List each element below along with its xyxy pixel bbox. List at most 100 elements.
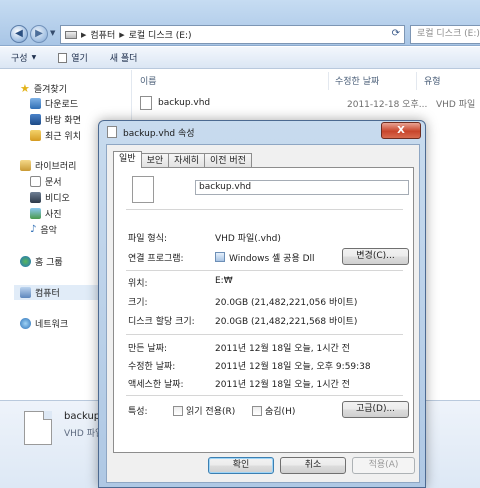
column-header-type[interactable]: 유형 [424,74,441,87]
close-button[interactable]: X [381,122,421,139]
sidebar-item-desktop[interactable]: 바탕 화면 [30,113,81,126]
advanced-button[interactable]: 고급(D)... [342,401,409,418]
ok-button[interactable]: 확인 [208,457,274,474]
column-header-name[interactable]: 이름 [140,74,157,87]
size-label: 크기: [128,298,148,308]
tab-details[interactable]: 자세히 [168,153,205,168]
list-item[interactable]: backup.vhd 2011-12-18 오후... VHD 파일 [140,94,480,112]
command-bar: 구성 ▼ 열기 새 폴더 [0,47,480,69]
address-bar[interactable]: ▶ 컴퓨터 ▶ 로컬 디스크 (E:) ⟳ [60,25,405,44]
homegroup-icon [20,256,31,267]
divider [126,209,403,210]
general-tab-panel: backup.vhd 파일 형식: VHD 파일(.vhd) 연결 프로그램: … [113,167,414,453]
opens-with-value: Windows 셸 공용 Dll [215,251,315,264]
readonly-label: 읽기 전용(R) [186,407,236,417]
network-icon [20,318,31,329]
file-name: backup.vhd [158,98,211,108]
sidebar-item-favorites[interactable]: ★ 즐겨찾기 [20,82,67,95]
opens-with-label: 연결 프로그램: [128,254,184,264]
accessed-label: 액세스한 날짜: [128,380,184,390]
column-divider[interactable] [328,72,329,90]
breadcrumb-separator-icon[interactable]: ▶ [81,31,86,39]
sidebar-label: 음악 [40,226,57,236]
sidebar-label: 사진 [45,210,62,220]
sidebar-item-videos[interactable]: 비디오 [30,191,70,204]
file-icon [24,411,52,445]
forward-button[interactable]: ▶ [30,25,48,43]
divider [126,270,403,271]
library-icon [20,160,31,171]
sidebar-label: 다운로드 [45,100,79,110]
sidebar-label: 문서 [45,178,62,188]
videos-icon [30,192,41,203]
readonly-checkbox[interactable]: 읽기 전용(R) [173,404,235,417]
sidebar-label: 즐겨찾기 [33,85,67,95]
opens-with-text: Windows 셸 공용 Dll [229,254,315,264]
close-icon: X [397,125,405,136]
forward-arrow-icon: ▶ [35,28,43,39]
address-bar-area: ◀ ▶ ▼ ▶ 컴퓨터 ▶ 로컬 디스크 (E:) ⟳ 로컬 디스크 (E:) … [0,0,480,46]
pictures-icon [30,208,41,219]
sidebar-item-homegroup[interactable]: 홈 그룹 [20,255,63,268]
open-button[interactable]: 열기 [47,51,99,64]
new-folder-button[interactable]: 새 폴더 [99,51,149,64]
sidebar-label: 라이브러리 [35,162,77,172]
checkbox-box [252,405,262,416]
sidebar-item-downloads[interactable]: 다운로드 [30,97,78,110]
breadcrumb-separator-icon[interactable]: ▶ [119,31,124,39]
desktop-icon [30,114,41,125]
refresh-icon[interactable]: ⟳ [392,28,400,39]
column-divider[interactable] [416,72,417,90]
modified-value: 2011년 12월 18일 오늘, 오후 9:59:38 [215,362,371,372]
back-button[interactable]: ◀ [10,25,28,43]
tab-security[interactable]: 보안 [140,153,170,168]
organize-button[interactable]: 구성 ▼ [0,51,47,64]
properties-dialog: backup.vhd 속성 X 일반 보안 자세히 이전 버전 backup.v… [98,120,426,488]
sidebar-item-pictures[interactable]: 사진 [30,207,62,220]
search-input[interactable]: 로컬 디스크 (E:) 검색 [410,25,480,44]
music-icon: ♪ [30,224,37,235]
file-modified: 2011-12-18 오후... [347,99,428,110]
breadcrumb-drive[interactable]: 로컬 디스크 (E:) [129,28,192,41]
sidebar-label: 비디오 [45,194,70,204]
application-icon [215,252,225,262]
sidebar-item-libraries[interactable]: 라이브러리 [20,159,76,172]
created-label: 만든 날짜: [128,344,168,354]
organize-label: 구성 [11,54,28,64]
file-type: VHD 파일 [436,99,476,110]
dialog-title-bar[interactable]: backup.vhd 속성 X [99,121,425,143]
sidebar-item-music[interactable]: ♪ 음악 [30,223,57,236]
sidebar-label: 최근 위치 [45,132,81,142]
sidebar-label: 컴퓨터 [35,289,60,299]
sidebar-item-recent[interactable]: 최근 위치 [30,129,81,142]
file-icon [132,176,154,203]
chevron-down-icon: ▼ [31,54,37,61]
star-icon: ★ [20,82,30,95]
file-name-field[interactable]: backup.vhd [195,180,409,195]
recent-pages-dropdown-icon[interactable]: ▼ [50,29,55,37]
computer-icon [20,287,31,298]
column-header-modified[interactable]: 수정한 날짜 [335,74,379,87]
location-label: 위치: [128,279,148,289]
apply-button: 적용(A) [352,457,415,474]
file-icon [107,126,117,138]
tab-previous-versions[interactable]: 이전 버전 [203,153,252,168]
sidebar-item-documents[interactable]: 문서 [30,175,62,188]
size-on-disk-label: 디스크 할당 크기: [128,317,195,327]
hidden-label: 숨김(H) [265,407,296,417]
divider [126,395,403,396]
recent-places-icon [30,130,41,141]
breadcrumb-computer[interactable]: 컴퓨터 [90,28,115,41]
drive-icon [65,30,77,39]
change-button[interactable]: 변경(C)... [342,248,409,265]
tab-general[interactable]: 일반 [113,151,142,168]
file-icon [140,96,152,110]
accessed-value: 2011년 12월 18일 오늘, 1시간 전 [215,380,350,390]
sidebar-item-network[interactable]: 네트워크 [20,317,68,330]
dialog-body: 일반 보안 자세히 이전 버전 backup.vhd 파일 형식: VHD 파일… [106,144,420,483]
sidebar-label: 바탕 화면 [45,116,81,126]
new-folder-label: 새 폴더 [109,54,138,64]
location-value: E:₩ [215,276,233,286]
cancel-button[interactable]: 취소 [280,457,346,474]
hidden-checkbox[interactable]: 숨김(H) [252,404,295,417]
